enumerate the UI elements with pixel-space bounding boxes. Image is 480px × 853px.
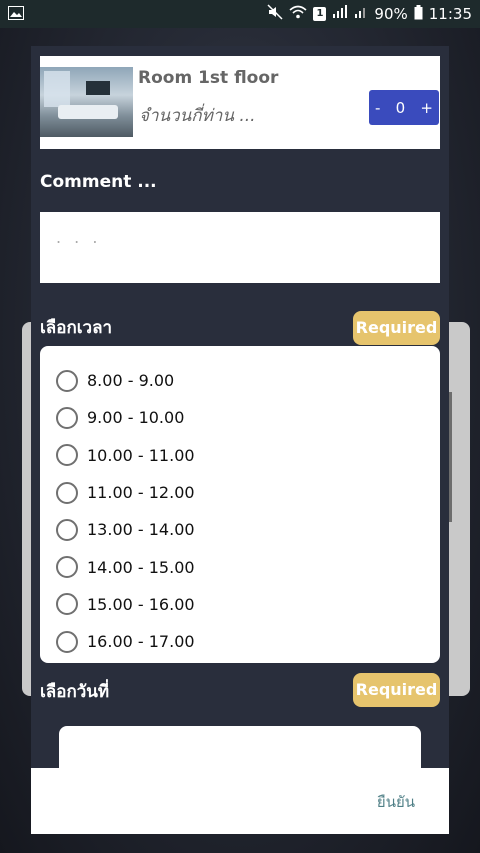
radio-icon[interactable] [56,444,78,467]
time-option[interactable]: 9.00 - 10.00 [40,399,440,436]
gallery-icon [8,6,24,24]
time-option[interactable]: 11.00 - 12.00 [40,474,440,511]
quantity-value: 0 [395,98,406,117]
time-option[interactable]: 16.00 - 17.00 [40,623,440,660]
guest-quantity-stepper: - 0 + [369,90,439,125]
room-title: Room 1st floor [138,68,279,88]
time-option-label: 10.00 - 11.00 [87,445,195,465]
clock: 11:35 [428,5,472,23]
signal-icon [332,5,348,23]
room-card: Room 1st floor จำนวนกี่ท่าน ... - 0 + [40,56,440,149]
time-option[interactable]: 8.00 - 9.00 [40,362,440,399]
time-option[interactable]: 13.00 - 14.00 [40,511,440,548]
radio-icon[interactable] [56,406,78,429]
date-picker-field[interactable] [59,726,421,768]
time-option-label: 15.00 - 16.00 [87,594,195,614]
time-required-badge: Required [353,311,440,345]
time-option[interactable]: 14.00 - 15.00 [40,548,440,585]
radio-icon[interactable] [56,369,78,392]
booking-dialog: Room 1st floor จำนวนกี่ท่าน ... - 0 + Co… [31,46,449,834]
dialog-footer: ยืนยัน [31,768,449,834]
battery-icon [414,4,423,24]
date-section-label: เลือกวันที่ [40,682,110,702]
radio-icon[interactable] [56,518,78,541]
time-option-label: 13.00 - 14.00 [87,520,195,540]
guest-count-label: จำนวนกี่ท่าน ... [139,106,256,126]
room-thumbnail-screen [86,81,110,95]
radio-icon[interactable] [56,593,78,616]
signal-icon-2 [354,5,368,23]
time-option[interactable]: 15.00 - 16.00 [40,586,440,623]
comment-input[interactable]: . . . [40,212,440,283]
time-option-label: 11.00 - 12.00 [87,483,195,503]
confirm-button[interactable]: ยืนยัน [377,790,415,814]
time-option-label: 16.00 - 17.00 [87,632,195,652]
room-thumbnail-window [44,71,70,107]
time-option-label: 8.00 - 9.00 [87,371,175,391]
radio-icon[interactable] [56,481,78,504]
sim-icon: 1 [313,7,327,21]
status-bar: 1 90% 11:35 [0,0,480,28]
time-option-label: 14.00 - 15.00 [87,557,195,577]
radio-icon[interactable] [56,556,78,579]
date-required-badge: Required [353,673,440,707]
time-options-list: 8.00 - 9.00 9.00 - 10.00 10.00 - 11.00 1… [40,346,440,663]
time-option[interactable]: 10.00 - 11.00 [40,437,440,474]
room-thumbnail-table [58,105,118,119]
room-thumbnail [40,67,133,137]
status-icons: 1 90% 11:35 [267,4,472,24]
wifi-icon [289,5,307,23]
mute-icon [267,4,283,24]
radio-icon[interactable] [56,630,78,653]
dialog-content[interactable]: Room 1st floor จำนวนกี่ท่าน ... - 0 + Co… [31,46,449,768]
increment-button[interactable]: + [420,99,433,117]
decrement-button[interactable]: - [375,99,380,117]
time-option-label: 9.00 - 10.00 [87,408,185,428]
battery-percent: 90% [374,5,408,23]
time-section-label: เลือกเวลา [40,318,113,338]
comment-label: Comment ... [40,172,157,192]
